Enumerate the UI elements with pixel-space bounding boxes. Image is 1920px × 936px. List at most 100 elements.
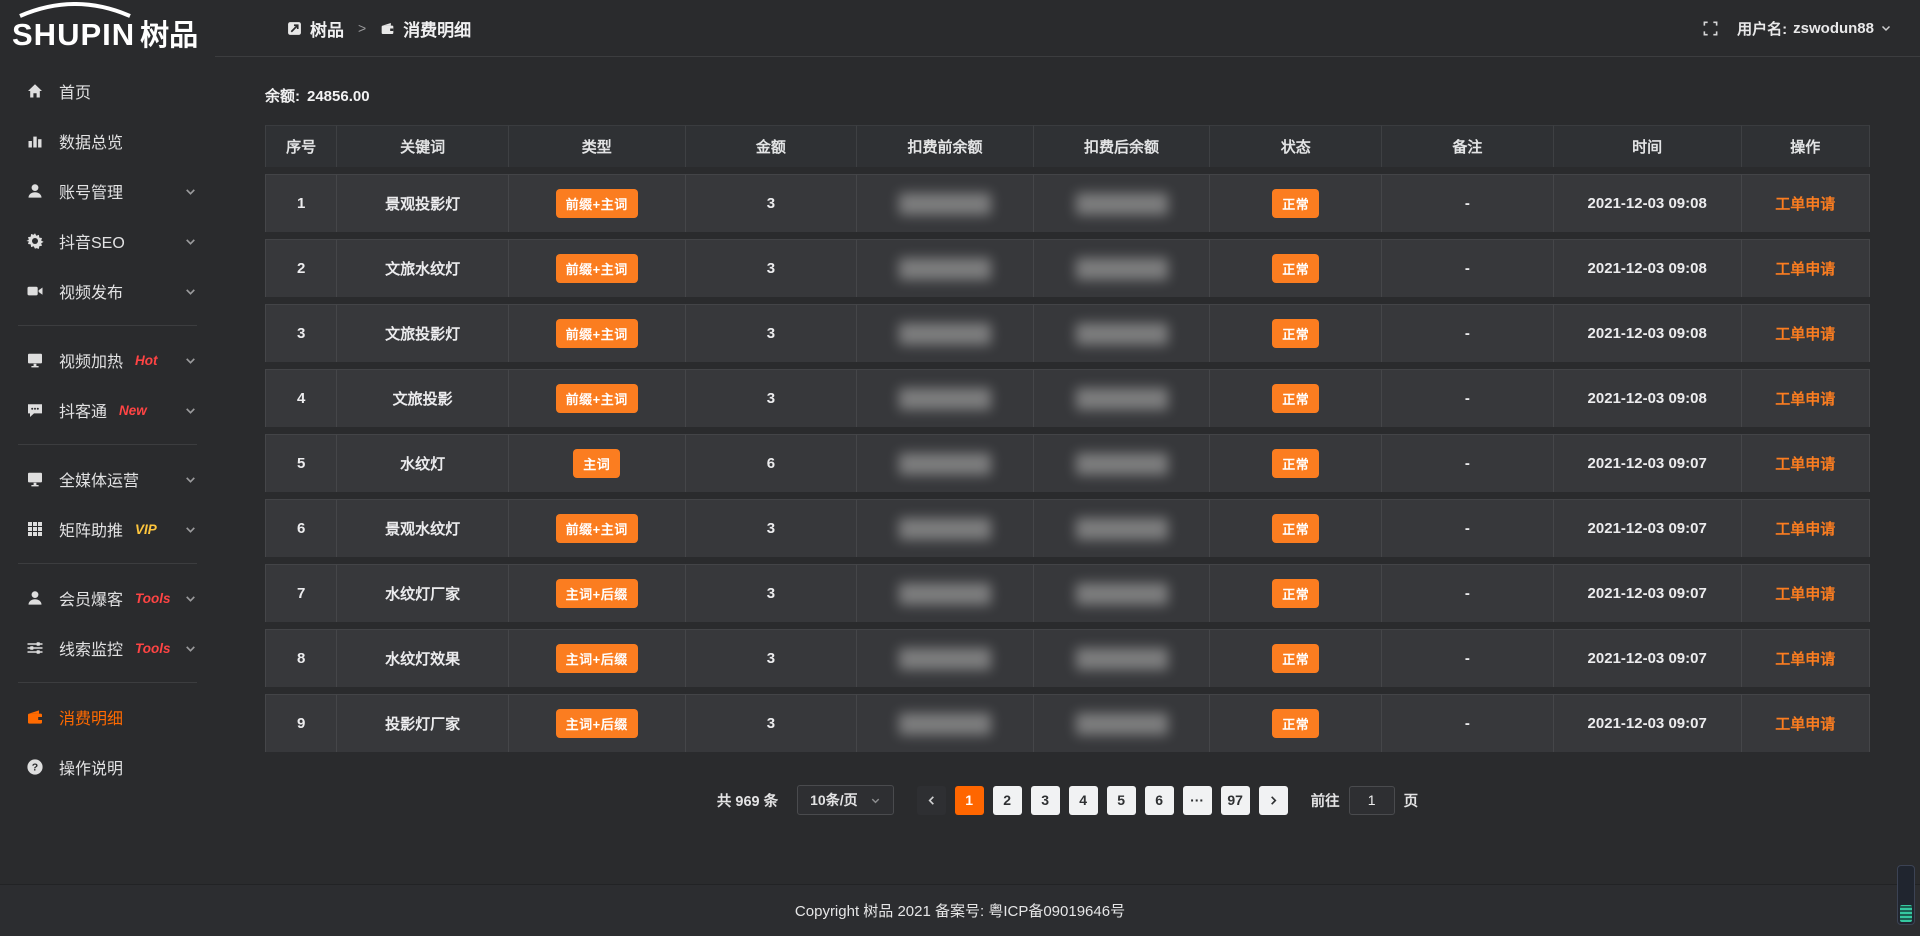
page-ellipsis-button[interactable]: ··· (1183, 786, 1212, 815)
logo[interactable]: SHUPIN 树品 (0, 0, 215, 58)
cell-status: 正常 (1210, 369, 1382, 427)
topbar: 树品 > 消费明细 用户名: zswodun88 (215, 0, 1920, 57)
video-icon (26, 282, 44, 300)
cell-amount: 3 (686, 369, 858, 427)
chat-icon (26, 401, 44, 419)
cell-balance-before (857, 629, 1034, 687)
sidebar-item-media-operation[interactable]: 全媒体运营 (0, 454, 215, 504)
work-order-link[interactable]: 工单申请 (1775, 521, 1835, 538)
cell-time: 2021-12-03 09:08 (1554, 304, 1742, 362)
sidebar-item-member-baoke[interactable]: 会员爆客Tools (0, 573, 215, 623)
status-badge: 正常 (1272, 514, 1319, 543)
page-button-97[interactable]: 97 (1221, 786, 1250, 815)
sidebar-item-video-publish[interactable]: 视频发布 (0, 266, 215, 316)
column-header: 金额 (686, 125, 858, 167)
cell-action: 工单申请 (1742, 434, 1870, 492)
column-header: 备注 (1382, 125, 1554, 167)
table-row: 8水纹灯效果主词+后缀3正常-2021-12-03 09:07工单申请 (265, 629, 1870, 687)
sidebar-item-data-overview[interactable]: 数据总览 (0, 116, 215, 166)
chevron-down-icon (184, 235, 197, 248)
cell-balance-before (857, 239, 1034, 297)
cell-action: 工单申请 (1742, 304, 1870, 362)
status-badge: 正常 (1272, 254, 1319, 283)
page-button-2[interactable]: 2 (993, 786, 1022, 815)
cell-index: 8 (265, 629, 337, 687)
type-tag: 前缀+主词 (556, 514, 638, 543)
work-order-link[interactable]: 工单申请 (1775, 391, 1835, 408)
work-order-link[interactable]: 工单申请 (1775, 586, 1835, 603)
sidebar-item-consume-detail[interactable]: 消费明细 (0, 692, 215, 742)
sidebar-item-matrix-boost[interactable]: 矩阵助推VIP (0, 504, 215, 554)
cell-type: 前缀+主词 (509, 499, 686, 557)
next-page-button[interactable] (1259, 786, 1288, 815)
cell-amount: 3 (686, 694, 858, 752)
cell-index: 1 (265, 174, 337, 232)
work-order-link[interactable]: 工单申请 (1775, 456, 1835, 473)
cell-status: 正常 (1210, 174, 1382, 232)
fullscreen-icon[interactable] (1702, 20, 1719, 37)
type-tag: 前缀+主词 (556, 189, 638, 218)
chevron-down-icon (1880, 22, 1892, 34)
sidebar-item-douyin-seo[interactable]: 抖音SEO (0, 216, 215, 266)
work-order-link[interactable]: 工单申请 (1775, 261, 1835, 278)
user-dropdown[interactable]: 用户名: zswodun88 (1737, 18, 1892, 39)
cell-type: 主词 (509, 434, 686, 492)
sidebar-item-clue-monitor[interactable]: 线索监控 Tools (0, 623, 215, 673)
breadcrumb-item-consume-detail[interactable]: 消费明细 (380, 16, 471, 41)
page-buttons: 123456 ··· 97 (955, 786, 1250, 815)
cell-note: - (1382, 239, 1554, 297)
sidebar-item-account-manage[interactable]: 账号管理 (0, 166, 215, 216)
cell-note: - (1382, 174, 1554, 232)
work-order-link[interactable]: 工单申请 (1775, 196, 1835, 213)
table-row: 7水纹灯厂家主词+后缀3正常-2021-12-03 09:07工单申请 (265, 564, 1870, 622)
page-size-select[interactable]: 10条/页 (797, 785, 893, 815)
page-button-3[interactable]: 3 (1031, 786, 1060, 815)
cell-action: 工单申请 (1742, 629, 1870, 687)
breadcrumb-label: 树品 (310, 16, 344, 41)
sidebar-item-label: 全媒体运营 (59, 467, 139, 491)
chevron-left-icon (926, 795, 937, 806)
work-order-link[interactable]: 工单申请 (1775, 651, 1835, 668)
sidebar-item-badge: Tools (135, 641, 171, 656)
cell-note: - (1382, 694, 1554, 752)
logo-text-en: SHUPIN (12, 17, 135, 53)
goto-page-input[interactable] (1349, 786, 1395, 815)
type-tag: 前缀+主词 (556, 319, 638, 348)
sidebar-item-label: 线索监控 (59, 636, 123, 660)
sidebar-item-label: 首页 (59, 79, 91, 103)
masked-balance-before (899, 453, 991, 475)
corner-widget[interactable] (1897, 865, 1915, 925)
table-row: 1景观投影灯前缀+主词3正常-2021-12-03 09:08工单申请 (265, 174, 1870, 232)
table-row: 6景观水纹灯前缀+主词3正常-2021-12-03 09:07工单申请 (265, 499, 1870, 557)
cell-note: - (1382, 434, 1554, 492)
sidebar-item-operation-guide[interactable]: ?操作说明 (0, 742, 215, 792)
cell-balance-before (857, 304, 1034, 362)
cell-action: 工单申请 (1742, 369, 1870, 427)
sidebar-item-label: 消费明细 (59, 705, 123, 729)
cell-balance-after (1034, 499, 1211, 557)
page-button-4[interactable]: 4 (1069, 786, 1098, 815)
cell-action: 工单申请 (1742, 239, 1870, 297)
type-tag: 主词+后缀 (556, 644, 638, 673)
page-button-6[interactable]: 6 (1145, 786, 1174, 815)
cell-amount: 3 (686, 629, 858, 687)
gear-icon (26, 232, 44, 250)
cell-keyword: 文旅投影 (337, 369, 509, 427)
wallet-icon (380, 21, 395, 36)
sidebar-item-home[interactable]: 首页 (0, 66, 215, 116)
cell-keyword: 水纹灯效果 (337, 629, 509, 687)
sidebar-item-video-heat[interactable]: 视频加热Hot (0, 335, 215, 385)
breadcrumb-item-app[interactable]: 树品 (287, 16, 344, 41)
cell-keyword: 景观水纹灯 (337, 499, 509, 557)
sidebar-item-douketong[interactable]: 抖客通New (0, 385, 215, 435)
work-order-link[interactable]: 工单申请 (1775, 716, 1835, 733)
cell-balance-after (1034, 434, 1211, 492)
page-button-5[interactable]: 5 (1107, 786, 1136, 815)
work-order-link[interactable]: 工单申请 (1775, 326, 1835, 343)
chevron-down-icon (184, 642, 197, 655)
page-button-1[interactable]: 1 (955, 786, 984, 815)
masked-balance-after (1076, 648, 1168, 670)
prev-page-button[interactable] (917, 786, 946, 815)
goto-suffix: 页 (1404, 790, 1419, 811)
cell-balance-after (1034, 239, 1211, 297)
